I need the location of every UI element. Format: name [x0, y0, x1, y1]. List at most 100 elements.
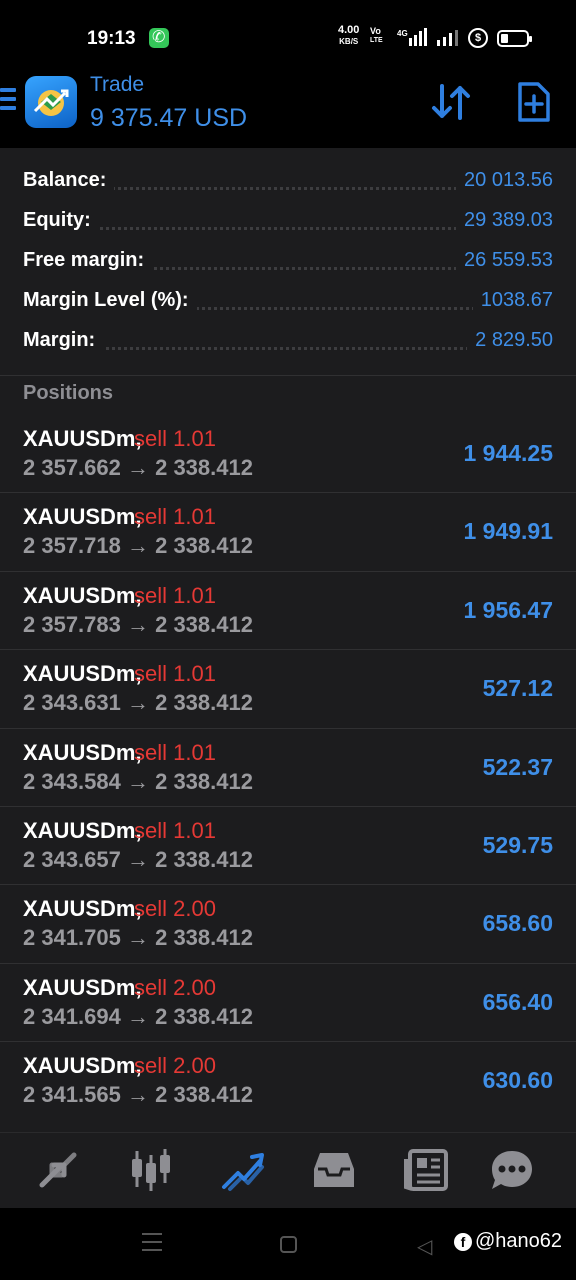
position-row[interactable]: XAUUSDm, sell 1.01 2 357.662 → 2 338.412…: [0, 415, 576, 494]
net-speed-unit: KB/S: [339, 37, 359, 46]
position-type: sell 2.00: [134, 1053, 216, 1079]
network-type: 4G: [397, 29, 408, 38]
account-value: 1038.67: [472, 289, 553, 312]
call-icon: [149, 27, 169, 48]
facebook-icon: f: [454, 1232, 472, 1251]
history-icon[interactable]: [310, 1147, 358, 1193]
menu-icon[interactable]: [0, 88, 16, 114]
position-row[interactable]: XAUUSDm, sell 1.01 2 343.657 → 2 338.412…: [0, 806, 576, 886]
position-row[interactable]: XAUUSDm, sell 2.00 2 341.705 → 2 338.412…: [0, 885, 576, 964]
signal-2-icon: [437, 30, 458, 46]
position-symbol: XAUUSDm,: [23, 582, 142, 608]
account-label: Margin Level (%):: [23, 289, 197, 312]
quotes-icon[interactable]: [34, 1147, 82, 1193]
position-type: sell 1.01: [134, 504, 216, 530]
position-row[interactable]: XAUUSDm, sell 2.00 2 341.694 → 2 338.412…: [0, 963, 576, 1043]
position-profit: 630.60: [482, 1067, 553, 1094]
position-profit: 658.60: [482, 910, 553, 937]
chart-icon[interactable]: [127, 1147, 175, 1193]
position-symbol: XAUUSDm,: [23, 661, 142, 687]
account-label: Free margin:: [23, 249, 153, 272]
account-label: Balance:: [23, 169, 115, 192]
position-row[interactable]: XAUUSDm, sell 2.00 2 341.565 → 2 338.412…: [0, 1042, 576, 1121]
app-header: Trade 9 375.47 USD: [0, 68, 576, 148]
position-profit: 1 944.25: [463, 440, 553, 466]
status-bar: 19:13 4.00 KB/S Vo LTE 4G $: [0, 0, 576, 68]
position-prices: 2 357.783 → 2 338.412: [23, 611, 253, 637]
position-profit: 529.75: [482, 831, 553, 858]
position-type: sell 1.01: [134, 582, 216, 608]
volte-indicator: Vo LTE: [370, 26, 383, 46]
position-prices: 2 341.694 → 2 338.412: [23, 1003, 253, 1029]
position-symbol: XAUUSDm,: [23, 817, 142, 843]
position-type: sell 2.00: [134, 896, 216, 922]
app-logo: [25, 76, 77, 128]
position-type: sell 1.01: [134, 661, 216, 687]
account-value: 29 389.03: [456, 209, 553, 232]
position-symbol: XAUUSDm,: [23, 1053, 142, 1079]
system-nav-bar: ◁ f @hano62: [0, 1208, 576, 1280]
position-prices: 2 343.657 → 2 338.412: [23, 846, 253, 872]
account-row-equity: Equity: 29 389.03: [0, 201, 576, 241]
watermark-text: @hano62: [475, 1230, 563, 1252]
position-type: sell 1.01: [134, 426, 216, 451]
position-symbol: XAUUSDm,: [23, 426, 142, 451]
account-label: Margin:: [23, 329, 104, 352]
position-symbol: XAUUSDm,: [23, 974, 142, 1000]
sort-icon[interactable]: [430, 82, 474, 122]
positions-list: XAUUSDm, sell 1.01 2 357.662 → 2 338.412…: [0, 415, 576, 1121]
header-title: Trade: [90, 73, 145, 96]
position-symbol: XAUUSDm,: [23, 896, 142, 922]
home-icon[interactable]: [280, 1236, 297, 1253]
position-prices: 2 341.705 → 2 338.412: [23, 925, 253, 951]
position-profit: 656.40: [482, 988, 553, 1015]
back-icon[interactable]: ◁: [417, 1234, 432, 1259]
account-label: Equity:: [23, 209, 99, 232]
watermark: f @hano62: [454, 1230, 562, 1253]
bottom-tab-bar: [0, 1132, 576, 1209]
position-profit: 1 949.91: [463, 518, 553, 545]
list-tail: [0, 1120, 576, 1132]
trade-icon[interactable]: [220, 1147, 268, 1193]
position-symbol: XAUUSDm,: [23, 739, 142, 765]
chat-icon[interactable]: [488, 1147, 536, 1193]
account-value: 26 559.53: [456, 249, 553, 272]
position-type: sell 1.01: [134, 817, 216, 843]
recent-apps-icon[interactable]: [142, 1233, 162, 1257]
account-row-balance: Balance: 20 013.56: [0, 161, 576, 201]
position-profit: 522.37: [482, 753, 553, 780]
positions-label: Positions: [23, 382, 114, 404]
volte-bottom: LTE: [370, 37, 383, 44]
account-value: 20 013.56: [456, 169, 553, 192]
position-prices: 2 357.662 → 2 338.412: [23, 455, 253, 480]
position-profit: 1 956.47: [463, 596, 553, 623]
news-icon[interactable]: [402, 1147, 450, 1193]
volte-top: Vo: [370, 26, 381, 36]
position-row[interactable]: XAUUSDm, sell 1.01 2 343.631 → 2 338.412…: [0, 650, 576, 729]
position-row[interactable]: XAUUSDm, sell 1.01 2 357.783 → 2 338.412…: [0, 571, 576, 651]
battery-icon: [497, 30, 532, 47]
position-profit: 527.12: [482, 675, 553, 702]
vpn-icon: $: [468, 28, 488, 48]
status-time: 19:13: [87, 28, 136, 49]
position-prices: 2 341.565 → 2 338.412: [23, 1082, 253, 1108]
position-type: sell 1.01: [134, 739, 216, 765]
account-value: 2 829.50: [467, 329, 553, 352]
position-symbol: XAUUSDm,: [23, 504, 142, 530]
position-row[interactable]: XAUUSDm, sell 1.01 2 357.718 → 2 338.412…: [0, 493, 576, 572]
position-row[interactable]: XAUUSDm, sell 1.01 2 343.584 → 2 338.412…: [0, 728, 576, 807]
position-prices: 2 357.718 → 2 338.412: [23, 533, 253, 559]
account-summary: Balance: 20 013.56 Equity: 29 389.03 Fre…: [0, 148, 576, 375]
net-speed-value: 4.00: [338, 24, 360, 36]
account-row-free-margin: Free margin: 26 559.53: [0, 241, 576, 281]
net-speed: 4.00 KB/S: [338, 25, 359, 47]
positions-header: Positions: [0, 375, 576, 417]
position-type: sell 2.00: [134, 974, 216, 1000]
account-row-margin-level: Margin Level (%): 1038.67: [0, 281, 576, 321]
new-order-icon[interactable]: [516, 80, 552, 124]
signal-icon: 4G: [397, 28, 427, 46]
position-prices: 2 343.584 → 2 338.412: [23, 768, 253, 794]
position-prices: 2 343.631 → 2 338.412: [23, 690, 253, 716]
account-row-margin: Margin: 2 829.50: [0, 321, 576, 361]
header-balance: 9 375.47 USD: [90, 104, 248, 132]
